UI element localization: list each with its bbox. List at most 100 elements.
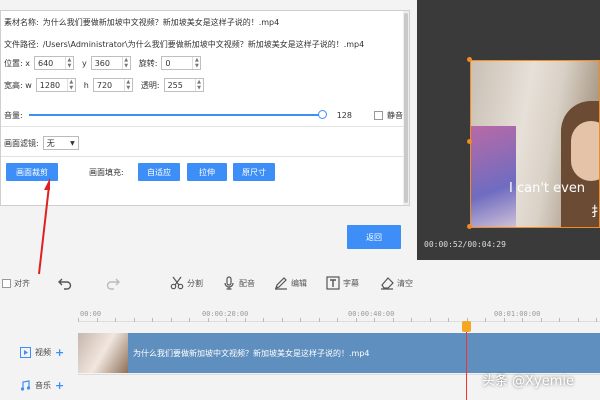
- ruler-label: 00:00:40:00: [348, 310, 395, 318]
- ruler-tick: [207, 318, 209, 322]
- volume-track: [28, 114, 325, 116]
- file-path-value: /Users\Administrator\为什么我们要做新加坡中文视频？新加坡美…: [42, 39, 365, 49]
- ruler-label: 00:01:00:00: [494, 310, 541, 318]
- rotation-stepper[interactable]: 0 ▲ ▼: [161, 56, 202, 70]
- opacity-value[interactable]: 255: [165, 81, 195, 90]
- filter-dropdown[interactable]: 无 ▼: [42, 136, 79, 150]
- redo-button[interactable]: [106, 276, 120, 290]
- stepper-arrows-icon[interactable]: ▲ ▼: [64, 57, 73, 69]
- subtitle-label: 字幕: [343, 278, 359, 288]
- stepper-arrows-icon[interactable]: ▲ ▼: [123, 79, 132, 91]
- position-row: 位置: x 640 ▲ ▼ y 360 ▲ ▼ 旋转: 0 ▲ ▼: [4, 56, 209, 70]
- w-stepper[interactable]: 1280 ▲ ▼: [35, 78, 76, 92]
- ruler-tick: [577, 318, 579, 322]
- align-label: 对齐: [14, 279, 30, 288]
- y-stepper[interactable]: 360 ▲ ▼: [90, 56, 131, 70]
- video-clip[interactable]: 为什么我们要做新加坡中文视频？新加坡美女是这样子说的！.mp4: [78, 333, 600, 373]
- y-label: y: [81, 58, 87, 68]
- ruler-label: 00:00:20:00: [202, 310, 249, 318]
- w-value[interactable]: 1280: [37, 81, 67, 90]
- scrollbar[interactable]: [403, 11, 409, 205]
- fill-row: 画面填充:: [89, 165, 124, 179]
- preview-subtitle-2: 扌: [591, 201, 599, 220]
- material-name-value: 为什么我们要做新加坡中文视频？新加坡美女是这样子说的！.mp4: [42, 17, 280, 27]
- ruler-tick: [226, 318, 227, 322]
- ruler-tick: [596, 318, 597, 322]
- clear-label: 清空: [397, 278, 413, 288]
- volume-slider[interactable]: [28, 110, 327, 120]
- size-label: 宽高: w: [4, 80, 32, 90]
- add-music-icon[interactable]: +: [55, 379, 64, 392]
- fill-original-button[interactable]: 原尺寸: [233, 163, 275, 181]
- ruler-tick: [448, 318, 449, 322]
- video-track-label: 视频: [35, 348, 51, 357]
- toolbar: 对齐 分割 配音 编辑 字幕 清空: [0, 272, 600, 298]
- clip-thumbnail: [78, 333, 128, 373]
- ruler-tick: [374, 318, 375, 322]
- subtitle-button[interactable]: 字幕: [326, 276, 359, 290]
- ruler-tick: [337, 318, 338, 322]
- y-value[interactable]: 360: [92, 59, 122, 68]
- playhead-handle[interactable]: [462, 321, 471, 332]
- rotation-value[interactable]: 0: [162, 59, 192, 68]
- video-frame[interactable]: I can't even 扌: [470, 60, 600, 228]
- split-button[interactable]: 分割: [170, 276, 203, 290]
- stepper-arrows-icon[interactable]: ▲ ▼: [192, 57, 200, 69]
- h-stepper[interactable]: 720 ▲ ▼: [92, 78, 133, 92]
- resize-handle[interactable]: [467, 57, 472, 62]
- ruler-tick: [133, 318, 135, 322]
- properties-panel: 素材名称: 为什么我们要做新加坡中文视频？新加坡美女是这样子说的！.mp4 文件…: [0, 10, 410, 206]
- ruler-tick: [411, 318, 412, 322]
- chevron-down-icon: ▼: [70, 139, 75, 147]
- dub-button[interactable]: 配音: [222, 276, 255, 290]
- ruler-tick: [78, 318, 79, 322]
- fill-adaptive-button[interactable]: 自适应: [138, 163, 180, 181]
- undo-button[interactable]: [58, 276, 72, 290]
- redo-icon: [106, 278, 120, 290]
- face-shape: [571, 121, 599, 181]
- mute-checkbox[interactable]: [373, 110, 383, 120]
- x-stepper[interactable]: 640 ▲ ▼: [33, 56, 74, 70]
- scissors-icon: [170, 276, 184, 290]
- video-track-header: 视频 +: [20, 346, 64, 359]
- back-button[interactable]: 返回: [347, 225, 401, 249]
- filter-value: 无: [46, 138, 55, 148]
- playhead-line[interactable]: [466, 322, 467, 400]
- ruler-tick: [263, 318, 264, 322]
- ruler-tick: [96, 318, 98, 322]
- ruler-tick: [281, 318, 283, 322]
- music-track-header: 音乐 +: [20, 379, 64, 392]
- volume-knob[interactable]: [317, 110, 327, 119]
- x-value[interactable]: 640: [35, 59, 65, 68]
- dub-label: 配音: [239, 278, 255, 288]
- stepper-arrows-icon[interactable]: ▲ ▼: [194, 79, 203, 91]
- edit-label: 编辑: [291, 278, 307, 288]
- eraser-icon: [381, 277, 394, 290]
- mute-label: 静音: [386, 110, 403, 120]
- divider: [1, 156, 409, 157]
- timeline-ruler[interactable]: 00:00 00:00:20:00 00:00:40:00 00:01:00:0…: [78, 306, 600, 322]
- edit-button[interactable]: 编辑: [274, 276, 307, 290]
- align-toggle[interactable]: 对齐: [2, 278, 30, 289]
- scrollbar-thumb[interactable]: [404, 13, 408, 203]
- align-checkbox[interactable]: [2, 279, 11, 288]
- ruler-tick: [540, 318, 542, 322]
- clip-title: 为什么我们要做新加坡中文视频？新加坡美女是这样子说的！.mp4: [133, 349, 370, 358]
- resize-handle[interactable]: [467, 224, 472, 229]
- fill-label: 画面填充:: [89, 167, 124, 177]
- preview-subtitle: I can't even: [509, 181, 586, 196]
- stepper-arrows-icon[interactable]: ▲ ▼: [66, 79, 75, 91]
- opacity-stepper[interactable]: 255 ▲ ▼: [163, 78, 204, 92]
- microphone-icon: [224, 276, 234, 290]
- add-video-icon[interactable]: +: [55, 346, 64, 359]
- ruler-tick: [485, 318, 486, 322]
- h-value[interactable]: 720: [94, 81, 124, 90]
- clear-button[interactable]: 清空: [380, 276, 413, 290]
- music-note-icon: [20, 380, 31, 391]
- resize-handle[interactable]: [467, 139, 472, 144]
- ruler-tick: [170, 318, 172, 322]
- stepper-arrows-icon[interactable]: ▲ ▼: [121, 57, 130, 69]
- filter-label: 画面滤镜:: [4, 138, 39, 148]
- undo-icon: [58, 278, 72, 290]
- fill-stretch-button[interactable]: 拉伸: [187, 163, 227, 181]
